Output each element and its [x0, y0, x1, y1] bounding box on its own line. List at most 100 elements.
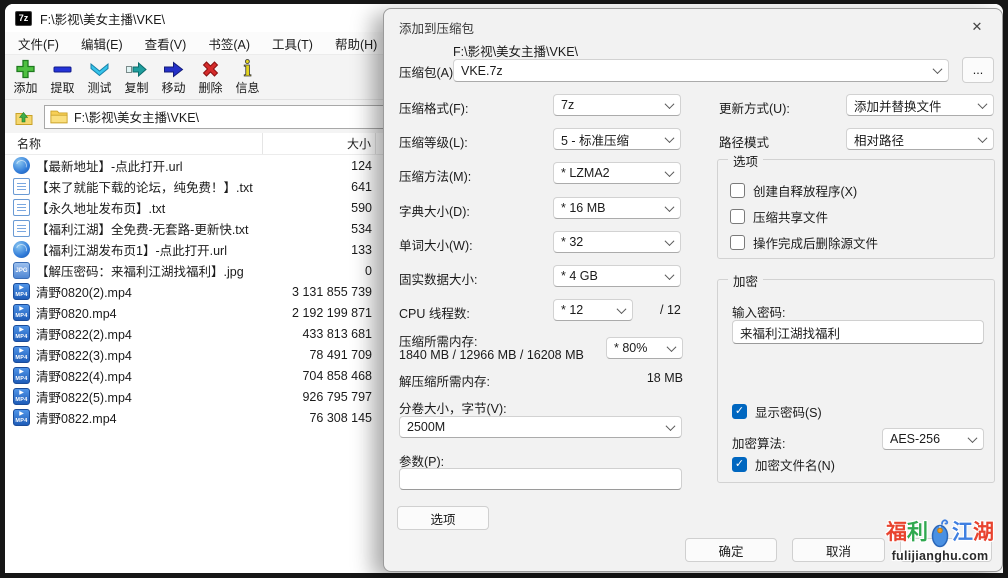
password-label: 输入密码: — [732, 302, 785, 321]
column-header-size[interactable]: 大小 — [263, 133, 376, 154]
options-button[interactable]: 选项 — [397, 506, 489, 530]
mp4-file-icon — [13, 304, 30, 321]
password-value: 来福利江湖找福利 — [740, 323, 840, 342]
memory-usage-detail: 1840 MB / 12966 MB / 16208 MB — [399, 348, 584, 362]
encryption-group-title: 加密 — [728, 271, 763, 290]
volume-size-label: 分卷大小，字节(V): — [399, 398, 507, 417]
chevron-down-icon — [666, 421, 676, 431]
up-directory-button[interactable] — [11, 105, 37, 129]
toolbar-label: 提取 — [50, 81, 74, 95]
setting-value: 7z — [561, 98, 574, 112]
cpu-threads-value: * 12 — [561, 303, 583, 317]
file-size: 534 — [263, 222, 376, 236]
cancel-button[interactable]: 取消 — [792, 538, 885, 562]
encrypt-names-row[interactable]: 加密文件名(N) — [732, 455, 835, 474]
column-header-name[interactable]: 名称 — [5, 133, 263, 154]
parameters-input[interactable] — [399, 468, 682, 490]
file-size: 433 813 681 — [263, 327, 376, 341]
show-password-row[interactable]: 显示密码(S) — [732, 402, 822, 421]
move-button[interactable]: 移动 — [155, 57, 192, 95]
menu-item[interactable]: 查看(V) — [145, 34, 187, 53]
checkbox-label: 创建自释放程序(X) — [753, 181, 857, 200]
memory-percent-value: * 80% — [614, 341, 647, 355]
setting-row: 字典大小(D): * 16 MB — [384, 197, 704, 219]
checkbox-label: 压缩共享文件 — [753, 207, 828, 226]
watermark-text: 福 利 江 湖 — [874, 518, 1006, 548]
toolbar-label: 删除 — [198, 81, 222, 95]
delete-x-icon — [198, 57, 223, 81]
volume-size-combobox[interactable]: 2500M — [399, 416, 682, 438]
file-size: 133 — [263, 243, 376, 257]
watermark: 福 利 江 湖 fulijianghu.com — [874, 518, 1006, 563]
setting-label: 压缩等级(L): — [399, 132, 468, 151]
chevron-down-icon — [667, 342, 677, 352]
delete-button[interactable]: 删除 — [192, 57, 229, 95]
text-file-icon — [13, 220, 30, 237]
setting-combobox[interactable]: * 16 MB — [553, 197, 681, 219]
checkbox-row[interactable]: 压缩共享文件 — [730, 208, 994, 224]
encryption-method-combobox[interactable]: AES-256 — [882, 428, 984, 450]
memory-percent-combobox[interactable]: * 80% — [606, 337, 683, 359]
extract-button[interactable]: 提取 — [44, 57, 81, 95]
chevron-down-icon — [978, 99, 988, 109]
file-size: 76 308 145 — [263, 411, 376, 425]
update-mode-value: 添加并替换文件 — [854, 96, 942, 115]
menu-item[interactable]: 编辑(E) — [81, 34, 123, 53]
menu-item[interactable]: 帮助(H) — [335, 34, 377, 53]
path-mode-label: 路径模式 — [719, 132, 769, 151]
path-mode-combobox[interactable]: 相对路径 — [846, 128, 994, 150]
chevron-down-icon — [665, 99, 675, 109]
watermark-char: 湖 — [973, 520, 994, 546]
file-name: 清野0822.mp4 — [36, 408, 117, 427]
mouse-icon — [929, 518, 951, 548]
watermark-char: 利 — [907, 520, 928, 546]
info-icon: i — [235, 57, 260, 81]
mp4-file-icon — [13, 409, 30, 426]
setting-combobox[interactable]: 5 - 标准压缩 — [553, 128, 681, 150]
file-name: 清野0822(3).mp4 — [36, 345, 132, 364]
folder-up-icon — [14, 107, 34, 127]
jpg-file-icon — [13, 262, 30, 279]
info-button[interactable]: i 信息 — [229, 57, 266, 95]
file-name: 【永久地址发布页】.txt — [36, 198, 165, 217]
toolbar-label: 信息 — [235, 81, 259, 95]
folder-icon — [50, 109, 68, 124]
password-input[interactable]: 来福利江湖找福利 — [732, 320, 984, 344]
chevron-down-icon — [665, 202, 675, 212]
setting-combobox[interactable]: 7z — [553, 94, 681, 116]
menu-item[interactable]: 工具(T) — [272, 34, 313, 53]
setting-combobox[interactable]: * 4 GB — [553, 265, 681, 287]
encrypt-names-checkbox[interactable] — [732, 457, 747, 472]
checkbox[interactable] — [730, 183, 745, 198]
update-mode-combobox[interactable]: 添加并替换文件 — [846, 94, 994, 116]
ok-button[interactable]: 确定 — [685, 538, 777, 562]
extract-minus-icon — [50, 57, 75, 81]
menu-item[interactable]: 书签(A) — [208, 34, 250, 53]
add-button[interactable]: 添加 — [7, 57, 44, 95]
menu-item[interactable]: 文件(F) — [18, 34, 59, 53]
copy-button[interactable]: 复制 — [118, 57, 155, 95]
setting-label: 字典大小(D): — [399, 201, 470, 220]
checkbox-row[interactable]: 创建自释放程序(X) — [730, 182, 994, 198]
mp4-file-icon — [13, 367, 30, 384]
mp4-file-icon — [13, 325, 30, 342]
checkbox-row[interactable]: 操作完成后删除源文件 — [730, 234, 994, 250]
file-size: 704 858 468 — [263, 369, 376, 383]
text-file-icon — [13, 199, 30, 216]
setting-combobox[interactable]: * 32 — [553, 231, 681, 253]
decompress-memory-label: 解压缩所需内存: — [399, 371, 490, 390]
test-button[interactable]: 测试 — [81, 57, 118, 95]
setting-label: 固实数据大小: — [399, 269, 477, 288]
text-file-icon — [13, 178, 30, 195]
file-size: 641 — [263, 180, 376, 194]
show-password-checkbox[interactable] — [732, 404, 747, 419]
checkbox[interactable] — [730, 235, 745, 250]
setting-combobox[interactable]: * LZMA2 — [553, 162, 681, 184]
setting-row: 压缩方法(M): * LZMA2 — [384, 162, 704, 184]
cpu-threads-combobox[interactable]: * 12 — [553, 299, 633, 321]
checkbox-label: 操作完成后删除源文件 — [753, 233, 878, 252]
cpu-threads-total: / 12 — [660, 303, 681, 317]
checkbox[interactable] — [730, 209, 745, 224]
file-size: 926 795 797 — [263, 390, 376, 404]
setting-row: 压缩等级(L): 5 - 标准压缩 — [384, 128, 704, 150]
